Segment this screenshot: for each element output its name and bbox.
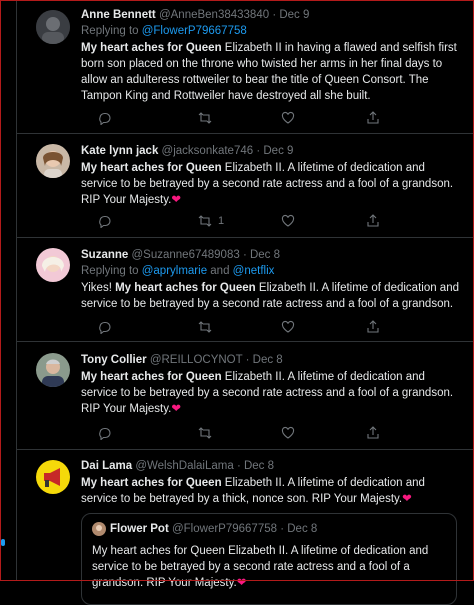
share-icon [367, 214, 379, 227]
like-button[interactable] [281, 320, 295, 334]
handle[interactable]: @REILLOCYNOT [150, 354, 243, 366]
share-icon [367, 111, 379, 124]
heart-icon [281, 214, 295, 227]
reply-context: Replying to @aprylmarie and @netflix [81, 264, 463, 278]
heart-emoji: ❤ [171, 403, 181, 415]
heart-icon [281, 320, 295, 333]
quote-text-body: My heart aches for Queen Elizabeth II. A… [92, 545, 429, 589]
timestamp[interactable]: · Dec 9 [272, 9, 309, 21]
tweet-actions [81, 320, 381, 334]
tweet[interactable]: Anne Bennett @AnneBen38433840 · Dec 9 Re… [17, 0, 473, 134]
tweet[interactable]: Kate lynn jack @jacksonkate746 · Dec 9 M… [17, 133, 473, 238]
reply-mention[interactable]: @netflix [233, 265, 275, 277]
retweet-button[interactable] [198, 111, 218, 125]
share-button[interactable] [366, 426, 380, 440]
reply-feed: Anne Bennett @AnneBen38433840 · Dec 9 Re… [16, 0, 474, 605]
share-button[interactable] [366, 320, 380, 334]
quote-display-name[interactable]: Flower Pot [110, 523, 169, 535]
retweet-icon [198, 215, 212, 227]
reply-context: Replying to @FlowerP79667758 [81, 24, 463, 38]
tweet-text-pre: Yikes! [81, 282, 116, 294]
highlight: My heart aches for Queen [81, 477, 222, 489]
scrollbar-indicator[interactable] [1, 539, 5, 546]
avatar[interactable] [36, 248, 70, 282]
display-name[interactable]: Dai Lama [81, 460, 132, 472]
share-icon [367, 426, 379, 439]
reply-button[interactable] [98, 214, 112, 228]
heart-emoji: ❤ [402, 493, 412, 505]
tweet-header: Suzanne @Suzanne67489083 · Dec 8 [81, 248, 463, 262]
tweet[interactable]: Tony Collier @REILLOCYNOT · Dec 8 My hea… [17, 341, 473, 450]
tweet-text: My heart aches for Queen Elizabeth II in… [81, 40, 463, 104]
reply-icon [99, 427, 111, 440]
share-icon [367, 320, 379, 333]
retweet-icon [198, 321, 212, 333]
like-button[interactable] [281, 214, 295, 228]
display-name[interactable]: Anne Bennett [81, 9, 156, 21]
quoted-tweet[interactable]: Flower Pot @FlowerP79667758 · Dec 8 My h… [81, 513, 457, 605]
handle[interactable]: @jacksonkate746 [162, 145, 254, 157]
reply-and: and [207, 265, 233, 277]
highlight: My heart aches for Queen [81, 162, 222, 174]
tweet-text: My heart aches for Queen Elizabeth II. A… [81, 369, 463, 417]
quote-avatar[interactable] [92, 522, 106, 536]
share-button[interactable] [366, 111, 380, 125]
tweet-actions: 1 [81, 214, 381, 228]
reply-label: Replying to [81, 25, 142, 37]
heart-emoji: ❤ [171, 194, 181, 206]
handle[interactable]: @Suzanne67489083 [132, 249, 240, 261]
avatar[interactable] [36, 10, 70, 44]
reply-label: Replying to [81, 265, 142, 277]
retweet-button[interactable] [198, 320, 212, 334]
handle[interactable]: @WelshDalaiLama [135, 460, 233, 472]
heart-icon [281, 111, 295, 124]
highlight: My heart aches for Queen [81, 42, 222, 54]
tweet-text: My heart aches for Queen Elizabeth II. A… [81, 160, 463, 208]
reply-icon [99, 215, 111, 228]
reply-button[interactable] [98, 426, 112, 440]
tweet-header: Kate lynn jack @jacksonkate746 · Dec 9 [81, 144, 463, 158]
timestamp[interactable]: · Dec 8 [243, 249, 280, 261]
heart-icon [281, 426, 295, 439]
reply-button[interactable] [98, 320, 112, 334]
avatar[interactable] [36, 460, 70, 494]
reply-button[interactable] [98, 111, 112, 125]
avatar[interactable] [36, 144, 70, 178]
like-button[interactable] [281, 111, 295, 125]
reply-icon [99, 321, 111, 334]
share-button[interactable] [366, 214, 380, 228]
tweet[interactable]: Suzanne @Suzanne67489083 · Dec 8 Replyin… [17, 237, 473, 342]
retweet-button[interactable] [198, 426, 212, 440]
retweet-count: 1 [218, 215, 225, 227]
reply-mention[interactable]: @aprylmarie [142, 265, 207, 277]
tweet-actions [81, 111, 381, 125]
tweet-text: My heart aches for Queen Elizabeth II. A… [81, 475, 463, 507]
avatar[interactable] [36, 353, 70, 387]
tweet-header: Anne Bennett @AnneBen38433840 · Dec 9 [81, 8, 463, 22]
tweet-header: Tony Collier @REILLOCYNOT · Dec 8 [81, 353, 463, 367]
tweet-actions [81, 426, 381, 440]
reply-icon [99, 112, 111, 125]
reply-mention[interactable]: @FlowerP79667758 [142, 25, 247, 37]
tweet-header: Dai Lama @WelshDalaiLama · Dec 8 [81, 459, 463, 473]
highlight: My heart aches for Queen [115, 282, 256, 294]
quote-header: Flower Pot @FlowerP79667758 · Dec 8 [110, 522, 317, 536]
timestamp[interactable]: · Dec 8 [246, 354, 283, 366]
retweet-button[interactable]: 1 [198, 214, 224, 228]
display-name[interactable]: Kate lynn jack [81, 145, 158, 157]
like-button[interactable] [281, 426, 295, 440]
quote-timestamp[interactable]: · Dec 8 [280, 523, 317, 535]
quote-text: My heart aches for Queen Elizabeth II. A… [92, 543, 444, 591]
tweet-text: Yikes! My heart aches for Queen Elizabet… [81, 280, 463, 312]
quote-handle[interactable]: @FlowerP79667758 [172, 523, 277, 535]
retweet-icon [198, 427, 212, 439]
timestamp[interactable]: · Dec 9 [256, 145, 293, 157]
retweet-icon [198, 112, 212, 124]
timestamp[interactable]: · Dec 8 [237, 460, 274, 472]
display-name[interactable]: Suzanne [81, 249, 128, 261]
display-name[interactable]: Tony Collier [81, 354, 147, 366]
highlight: My heart aches for Queen [81, 371, 222, 383]
handle[interactable]: @AnneBen38433840 [159, 9, 269, 21]
heart-emoji: ❤ [236, 577, 247, 589]
